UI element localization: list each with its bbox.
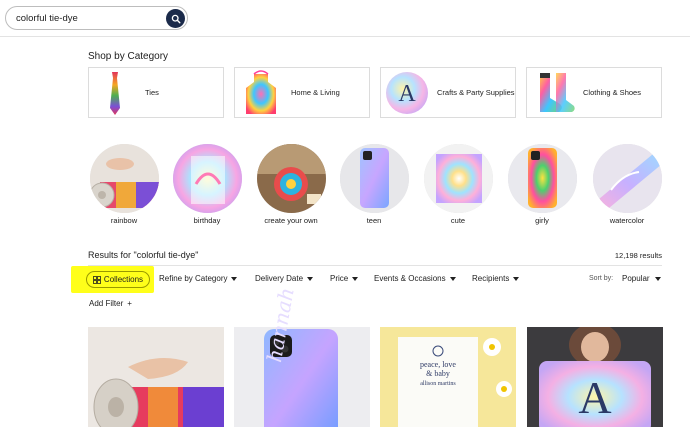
related-circle-create-your-own[interactable]: [257, 144, 326, 213]
related-label: watercolor: [609, 216, 645, 225]
sort-label: Sort by:: [589, 275, 614, 282]
invite-line-1: peace, love: [420, 360, 456, 369]
divider: [88, 265, 662, 266]
category-label: Crafts & Party Supplies: [437, 88, 515, 97]
related-circle-watercolor[interactable]: [593, 144, 662, 213]
related-circle-rainbow[interactable]: [90, 144, 159, 213]
category-card-clothing-shoes[interactable]: Clothing & Shoes: [526, 67, 662, 118]
search-box[interactable]: [5, 6, 188, 30]
category-label: Ties: [145, 88, 159, 97]
pillow-monogram: A: [578, 372, 612, 423]
invite-line-2: & baby: [426, 369, 450, 378]
product-card-pillow[interactable]: A: [527, 327, 663, 427]
chevron-down-icon: [231, 276, 238, 281]
related-circle-teen[interactable]: [340, 144, 409, 213]
filter-label: Events & Occasions: [374, 274, 446, 283]
filter-recipients[interactable]: Recipients: [472, 274, 520, 283]
chevron-down-icon: [307, 276, 314, 281]
product-card-invitation[interactable]: peace, love & baby allison martins: [380, 327, 516, 427]
category-thumb: A: [382, 68, 432, 117]
chevron-down-icon: [513, 276, 520, 281]
related-circle-cute[interactable]: [424, 144, 493, 213]
results-count: 12,198 results: [614, 251, 662, 260]
search-input[interactable]: [16, 11, 166, 26]
product-card-phone-case[interactable]: [234, 327, 370, 427]
category-thumb: [236, 68, 286, 117]
related-circle-girly[interactable]: [508, 144, 577, 213]
filter-label: Price: [330, 274, 349, 283]
filter-delivery-date[interactable]: Delivery Date: [255, 274, 314, 283]
svg-text:A: A: [398, 81, 416, 107]
plus-icon: +: [127, 299, 132, 308]
category-thumb: [528, 68, 578, 117]
add-filter-label: Add Filter: [89, 299, 124, 308]
chevron-down-icon: [352, 276, 359, 281]
chevron-down-icon: [654, 276, 661, 281]
category-thumb: [90, 68, 140, 117]
results-title: Results for "colorful tie-dye": [88, 250, 199, 260]
sort-dropdown[interactable]: Popular: [622, 274, 661, 283]
filter-price[interactable]: Price: [330, 274, 359, 283]
collections-button[interactable]: Collections: [86, 271, 150, 288]
category-label: Home & Living: [291, 88, 340, 97]
shop-by-category-title: Shop by Category: [88, 51, 169, 62]
chevron-down-icon: [449, 276, 456, 281]
category-card-crafts-party[interactable]: A Crafts & Party Supplies: [380, 67, 516, 118]
add-filter-button[interactable]: Add Filter +: [89, 299, 132, 308]
search-icon: [171, 14, 181, 24]
sort-value: Popular: [622, 274, 650, 283]
top-bar: [0, 0, 690, 37]
filter-label: Delivery Date: [255, 274, 304, 283]
category-card-ties[interactable]: Ties: [88, 67, 224, 118]
grid-icon: [93, 275, 101, 284]
category-card-home-living[interactable]: Home & Living: [234, 67, 370, 118]
product-card-yoga-mat[interactable]: [88, 327, 224, 427]
filter-label: Recipients: [472, 274, 510, 283]
filter-events-occasions[interactable]: Events & Occasions: [374, 274, 456, 283]
category-label: Clothing & Shoes: [583, 88, 641, 97]
filter-label: Refine by Category: [159, 274, 228, 283]
filter-refine-by-category[interactable]: Refine by Category: [159, 274, 238, 283]
related-circle-birthday[interactable]: [173, 144, 242, 213]
collections-label: Collections: [103, 275, 144, 284]
invite-line-3: allison martins: [420, 381, 456, 387]
search-button[interactable]: [166, 9, 185, 28]
